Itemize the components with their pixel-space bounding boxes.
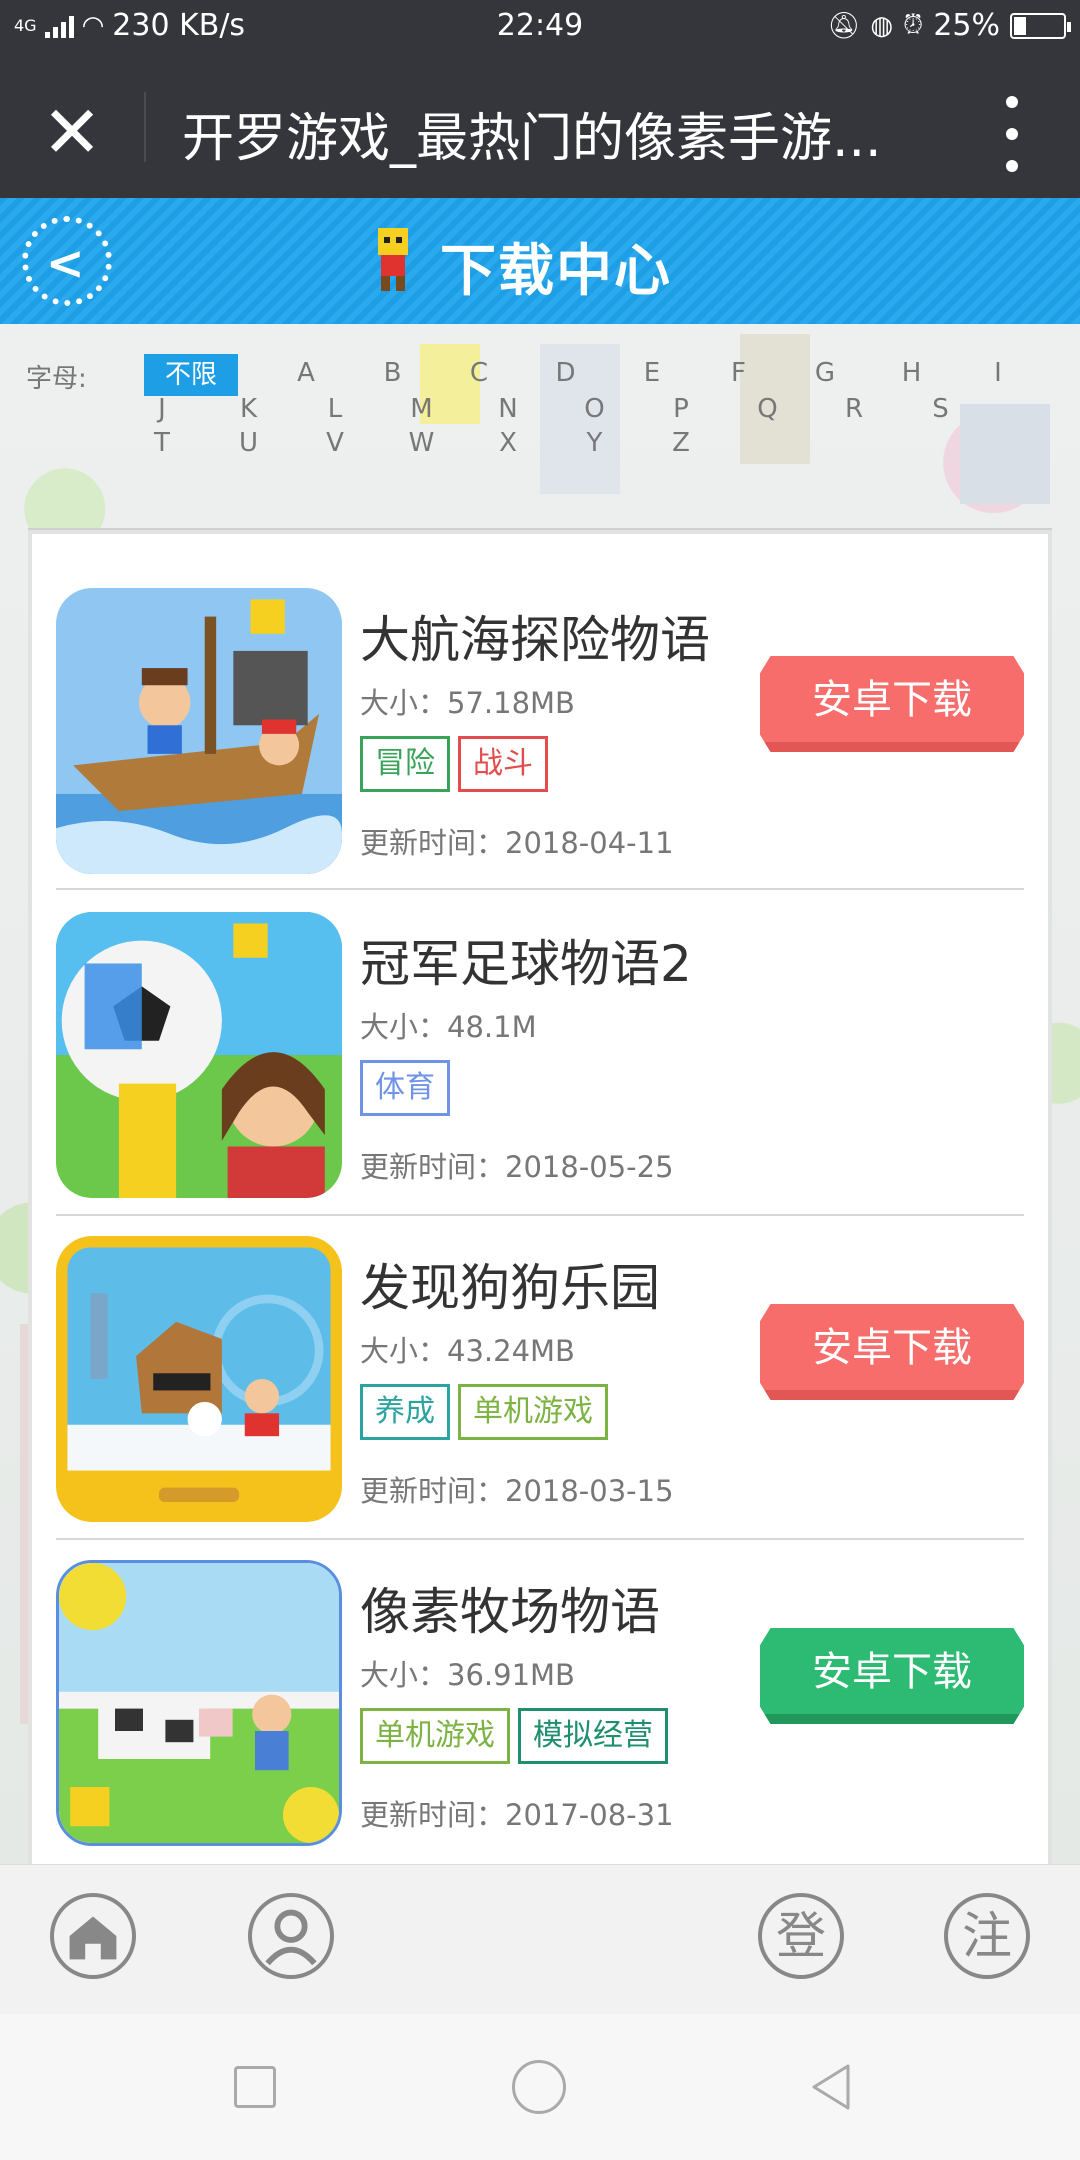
mute-icon: 🔕︎ bbox=[827, 10, 861, 41]
filter-letter[interactable]: W bbox=[400, 428, 444, 458]
divider bbox=[56, 888, 1024, 890]
game-size: 大小：48.1M bbox=[360, 1010, 537, 1044]
divider bbox=[56, 1214, 1024, 1216]
filter-letter[interactable]: O bbox=[573, 394, 617, 424]
game-tag[interactable]: 冒险 bbox=[360, 736, 450, 792]
filter-letter[interactable]: Z bbox=[659, 428, 703, 458]
user-icon[interactable] bbox=[248, 1893, 334, 1979]
divider bbox=[56, 1538, 1024, 1540]
game-name[interactable]: 冠军足球物语2 bbox=[360, 924, 692, 996]
update-date: 更新时间：2018-03-15 bbox=[360, 1474, 674, 1508]
game-name[interactable]: 大航海探险物语 bbox=[360, 600, 710, 672]
game-tag[interactable]: 体育 bbox=[360, 1060, 450, 1116]
game-tag[interactable]: 模拟经营 bbox=[518, 1708, 668, 1764]
filter-letter[interactable]: N bbox=[486, 394, 530, 424]
status-bar: 4G ◠ 230 KB/s 22:49 🔕︎ ◍ ⏰︎ 25% bbox=[0, 0, 1080, 56]
filter-letter[interactable]: C bbox=[457, 358, 501, 388]
game-name[interactable]: 发现狗狗乐园 bbox=[360, 1248, 660, 1320]
filter-letter[interactable]: S bbox=[919, 394, 963, 424]
filter-letter[interactable]: Y bbox=[573, 428, 617, 458]
game-size: 大小：36.91MB bbox=[360, 1658, 575, 1692]
list-item: 冠军足球物语2 大小：48.1M 体育 更新时间：2018-05-25 bbox=[56, 912, 1024, 1198]
back-icon[interactable]: < bbox=[22, 216, 112, 306]
filter-letter[interactable]: K bbox=[227, 394, 271, 424]
filter-label: 字母: bbox=[26, 364, 87, 394]
filter-letter[interactable]: A bbox=[284, 358, 328, 388]
list-item: 大航海探险物语 大小：57.18MB 冒险 战斗 更新时间：2018-04-11… bbox=[56, 588, 1024, 874]
filter-letter[interactable]: U bbox=[227, 428, 271, 458]
filter-all[interactable]: 不限 bbox=[144, 354, 238, 396]
game-thumbnail[interactable] bbox=[56, 1560, 342, 1846]
more-menu-icon[interactable] bbox=[1006, 96, 1020, 172]
game-thumbnail[interactable] bbox=[56, 588, 342, 874]
update-date: 更新时间：2018-05-25 bbox=[360, 1150, 674, 1184]
download-center-header: < 下载中心 bbox=[0, 198, 1080, 324]
bottom-toolbar: 登 注 bbox=[0, 1864, 1080, 2014]
browser-title-bar: ✕ 开罗游戏_最热门的像素手游... bbox=[0, 56, 1080, 198]
list-item: 发现狗狗乐园 大小：43.24MB 养成 单机游戏 更新时间：2018-03-1… bbox=[56, 1236, 1024, 1522]
game-size: 大小：57.18MB bbox=[360, 686, 575, 720]
filter-letter[interactable]: E bbox=[630, 358, 674, 388]
filter-letter[interactable]: F bbox=[717, 358, 761, 388]
filter-letter[interactable]: X bbox=[486, 428, 530, 458]
update-date: 更新时间：2018-04-11 bbox=[360, 826, 674, 860]
game-thumbnail[interactable] bbox=[56, 1236, 342, 1522]
back-nav-icon[interactable] bbox=[808, 2062, 854, 2112]
filter-letter[interactable]: M bbox=[400, 394, 444, 424]
system-nav-bar bbox=[0, 2014, 1080, 2160]
game-tag[interactable]: 养成 bbox=[360, 1384, 450, 1440]
filter-letter[interactable]: T bbox=[140, 428, 184, 458]
divider bbox=[144, 92, 146, 162]
game-tag[interactable]: 单机游戏 bbox=[458, 1384, 608, 1440]
mascot-icon bbox=[378, 228, 408, 291]
page-title: 开罗游戏_最热门的像素手游... bbox=[182, 109, 882, 169]
home-nav-icon[interactable] bbox=[512, 2060, 566, 2114]
android-download-button[interactable]: 安卓下载 bbox=[760, 1628, 1024, 1724]
lock-rotation-icon: ◍ bbox=[870, 10, 894, 41]
battery-percent: 25% bbox=[933, 8, 1000, 43]
filter-letter[interactable]: B bbox=[371, 358, 415, 388]
filter-letter[interactable]: D bbox=[544, 358, 588, 388]
filter-letter[interactable]: P bbox=[659, 394, 703, 424]
game-tag[interactable]: 单机游戏 bbox=[360, 1708, 510, 1764]
letter-filter: 字母: 不限 A B C D E F G H I J K L M N O P Q R S T U V W X Y Z bbox=[0, 352, 1080, 462]
filter-letter[interactable]: Q bbox=[746, 394, 790, 424]
header-title: 下载中心 bbox=[440, 239, 672, 304]
update-date: 更新时间：2017-08-31 bbox=[360, 1798, 674, 1832]
battery-level bbox=[1014, 16, 1026, 35]
home-icon[interactable] bbox=[50, 1893, 136, 1979]
game-size: 大小：43.24MB bbox=[360, 1334, 575, 1368]
close-icon[interactable]: ✕ bbox=[32, 92, 112, 172]
filter-letter[interactable]: R bbox=[832, 394, 876, 424]
game-tag[interactable]: 战斗 bbox=[458, 736, 548, 792]
filter-letter[interactable]: I bbox=[976, 358, 1020, 388]
filter-letter[interactable]: V bbox=[313, 428, 357, 458]
filter-letter[interactable]: G bbox=[803, 358, 847, 388]
game-thumbnail[interactable] bbox=[56, 912, 342, 1198]
android-download-button[interactable]: 安卓下载 bbox=[760, 656, 1024, 752]
filter-letter[interactable]: J bbox=[140, 394, 184, 424]
filter-letter[interactable]: L bbox=[313, 394, 357, 424]
alarm-icon: ⏰︎ bbox=[903, 10, 924, 40]
battery-icon bbox=[1010, 12, 1071, 39]
android-download-button[interactable]: 安卓下载 bbox=[760, 1304, 1024, 1400]
filter-letter[interactable]: H bbox=[890, 358, 934, 388]
register-button[interactable]: 注 bbox=[944, 1893, 1030, 1979]
game-name[interactable]: 像素牧场物语 bbox=[360, 1572, 660, 1644]
list-item: 像素牧场物语 大小：36.91MB 单机游戏 模拟经营 更新时间：2017-08… bbox=[56, 1560, 1024, 1846]
recents-icon[interactable] bbox=[234, 2066, 276, 2108]
login-button[interactable]: 登 bbox=[758, 1893, 844, 1979]
